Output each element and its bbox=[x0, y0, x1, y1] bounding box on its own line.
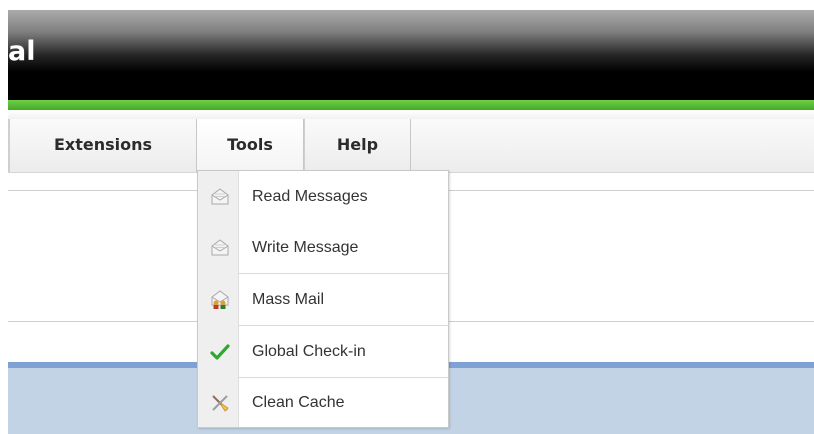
app-header: al bbox=[8, 10, 814, 100]
envelope-icon bbox=[211, 239, 229, 256]
menu-tools[interactable]: Tools bbox=[196, 119, 304, 172]
checkmark-icon bbox=[210, 344, 230, 360]
mass-mail-icon bbox=[211, 290, 229, 309]
menu-item-mass-mail[interactable]: Mass Mail bbox=[198, 274, 448, 325]
menu-item-global-check-in[interactable]: Global Check-in bbox=[198, 326, 448, 377]
menu-item-clean-cache[interactable]: Clean Cache bbox=[198, 377, 448, 428]
menu-item-label: Read Messages bbox=[252, 188, 368, 205]
menu-extensions[interactable]: Extensions bbox=[8, 119, 196, 172]
menu-item-read-messages[interactable]: Read Messages bbox=[198, 171, 448, 222]
tools-dropdown: Read Messages Write Message Mass Mail Gl… bbox=[197, 170, 449, 428]
menu-item-label: Clean Cache bbox=[252, 394, 345, 411]
menu-item-label: Write Message bbox=[252, 239, 359, 256]
envelope-icon bbox=[211, 188, 229, 205]
header-divider bbox=[8, 110, 814, 119]
menu-item-label: Mass Mail bbox=[252, 291, 325, 308]
header-accent-bar bbox=[8, 100, 814, 110]
menu-item-write-message[interactable]: Write Message bbox=[198, 222, 448, 273]
header-title: al bbox=[8, 36, 36, 67]
broom-icon bbox=[212, 395, 229, 412]
menu-item-label: Global Check-in bbox=[252, 343, 366, 360]
menu-help[interactable]: Help bbox=[304, 119, 411, 172]
main-menubar: Extensions Tools Help bbox=[8, 119, 814, 173]
